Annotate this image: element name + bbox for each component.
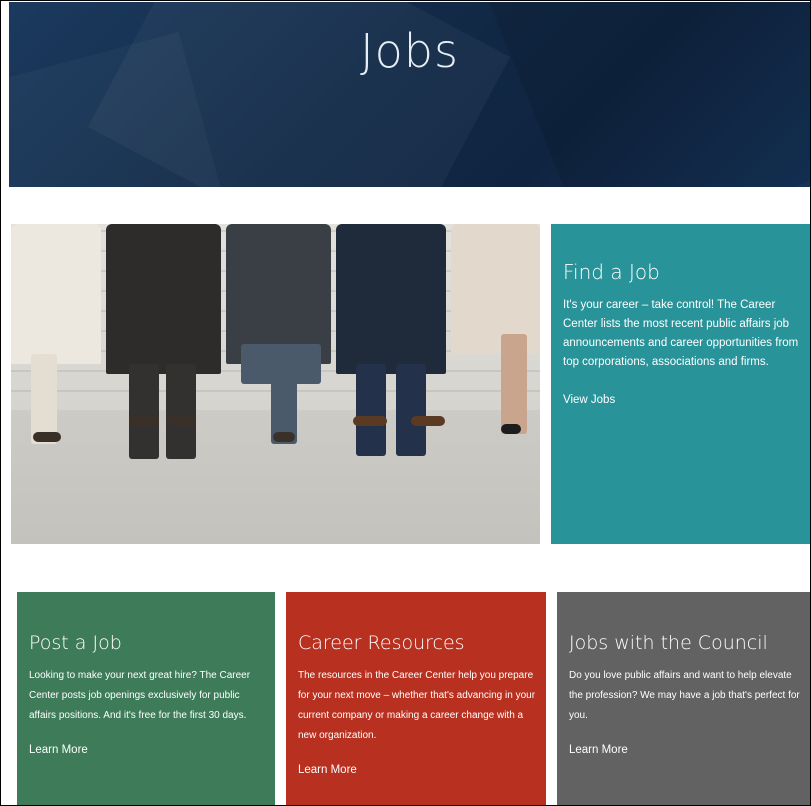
photo-person-legs [356,364,386,456]
photo-shoe [501,424,521,434]
photo-person-legs [396,364,426,456]
jobs-with-council-title: Jobs with the Council [569,632,768,654]
career-resources-card: Career Resources The resources in the Ca… [286,592,546,805]
page-frame: Jobs Find a Job It's your career – take … [0,0,811,806]
photo-person-legs [501,334,527,434]
photo-shoe [129,416,159,426]
view-jobs-link[interactable]: View Jobs [563,394,615,406]
photo-shoe [411,416,445,426]
photo-person [336,224,446,374]
photo-person [11,224,101,364]
jobs-with-council-card: Jobs with the Council Do you love public… [557,592,810,805]
photo-person-legs [129,364,159,459]
job-seekers-photo [11,224,540,544]
page-title: Jobs [360,24,459,78]
post-a-job-description: Looking to make your next great hire? Th… [29,670,251,721]
photo-person-legs [31,354,57,444]
jobs-with-council-description: Do you love public affairs and want to h… [569,670,800,721]
photo-shoe [33,432,61,442]
photo-shoe [273,432,295,442]
photo-person [106,224,221,374]
career-resources-description: The resources in the Career Center help … [298,670,536,741]
find-a-job-card: Find a Job It's your career – take contr… [551,224,810,544]
photo-shoe [353,416,387,426]
find-a-job-description: It's your career – take control! The Car… [563,299,799,368]
find-a-job-title: Find a Job [563,260,660,284]
post-a-job-card: Post a Job Looking to make your next gre… [17,592,275,805]
jobs-with-council-learn-more-link[interactable]: Learn More [569,744,628,756]
photo-person [226,224,331,364]
career-resources-title: Career Resources [298,632,465,654]
photo-shoe [166,416,196,426]
post-a-job-learn-more-link[interactable]: Learn More [29,744,88,756]
post-a-job-title: Post a Job [29,632,122,654]
photo-person [451,224,540,354]
career-resources-learn-more-link[interactable]: Learn More [298,764,357,776]
photo-person-legs [166,364,196,459]
hero-banner: Jobs [9,2,810,187]
